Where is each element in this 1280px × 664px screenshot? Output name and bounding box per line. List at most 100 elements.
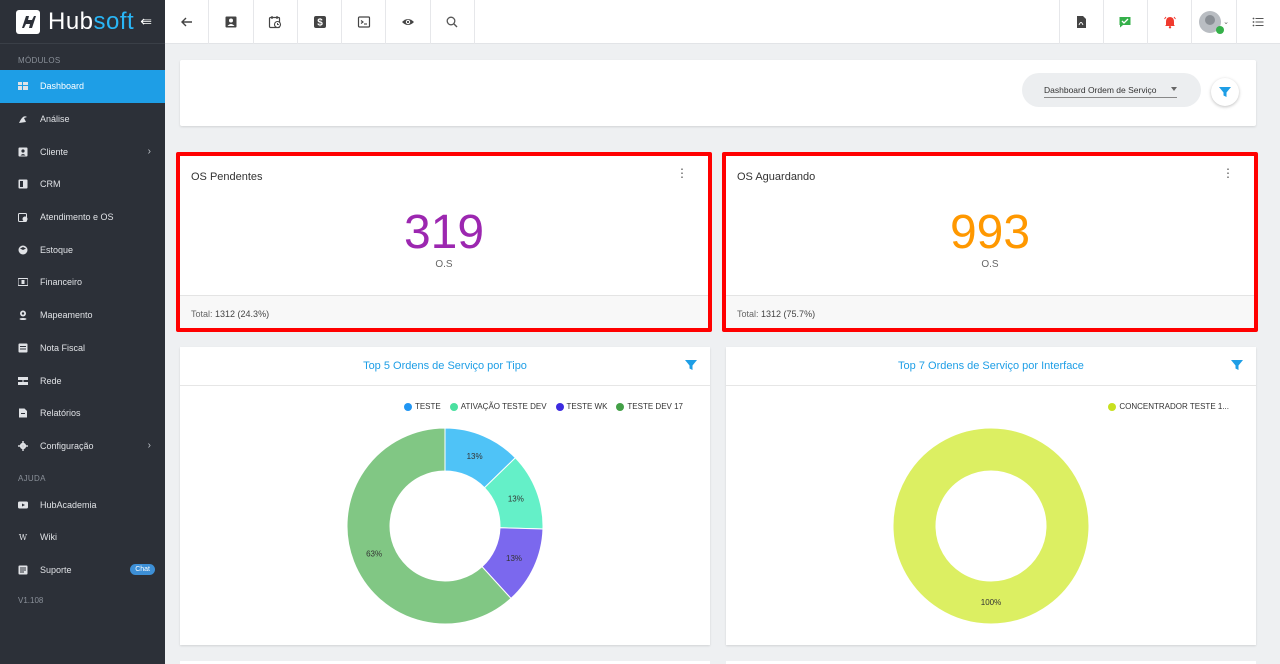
terminal-icon[interactable] — [342, 0, 387, 44]
sidebar-item-crm[interactable]: CRM — [0, 168, 165, 201]
chart-header: Top 5 Ordens de Serviço por Tipo — [180, 347, 710, 386]
sidebar-item-hubacademia[interactable]: HubAcademia — [0, 488, 165, 521]
svg-text:W: W — [19, 533, 28, 542]
analysis-icon — [18, 114, 28, 124]
stat-unit: O.S — [981, 259, 999, 270]
sidebar-item-atendimento-e-os[interactable]: Atendimento e OS — [0, 201, 165, 234]
sidebar-item-label: Nota Fiscal — [40, 342, 86, 353]
filter-button[interactable] — [1211, 78, 1239, 106]
sidebar-item-label: Estoque — [40, 244, 74, 255]
topbar-right-group: ⌄ — [1058, 0, 1280, 44]
sidebar-item-nota-fiscal[interactable]: Nota Fiscal — [0, 332, 165, 365]
stat-card-pending: OS Pendentes ⋮ 319 O.S Total: 1312 (24.3… — [180, 155, 708, 329]
slice-label: 13% — [467, 452, 483, 461]
network-icon — [18, 376, 28, 386]
dashboard-select[interactable]: Dashboard Ordem de Serviço — [1022, 73, 1201, 107]
svg-text:$: $ — [317, 18, 323, 29]
donut-slice-concentrador-teste-1-[interactable] — [892, 427, 1090, 625]
support-icon — [18, 565, 28, 575]
money-icon — [18, 277, 28, 287]
sidebar-item-label: Cliente — [40, 146, 69, 157]
slice-label: 13% — [508, 495, 524, 504]
stat-footer-value: 1312 (75.7%) — [761, 309, 816, 319]
user-avatar-icon[interactable]: ⌄ — [1191, 0, 1235, 44]
stat-footer: Total: 1312 (75.7%) — [726, 295, 1254, 329]
message-check-icon[interactable] — [1102, 0, 1147, 44]
more-vertical-icon[interactable]: ⋮ — [1222, 167, 1234, 179]
topbar: $ ⌄ — [165, 0, 1280, 44]
calendar-clock-icon[interactable] — [254, 0, 298, 44]
list-menu-icon[interactable] — [1235, 0, 1280, 44]
filter-icon[interactable] — [1230, 358, 1244, 375]
search-icon[interactable] — [431, 0, 476, 44]
chevron-right-icon: › — [147, 440, 151, 452]
alarm-bell-icon[interactable] — [1147, 0, 1191, 44]
sidebar: Hubsoft ⇚ MÓDULOS Dashboard Análise Client… — [0, 0, 165, 664]
sidebar-item-label: CRM — [40, 179, 61, 190]
dashboard-icon — [18, 81, 28, 91]
stat-title: OS Pendentes — [191, 171, 263, 183]
stat-footer: Total: 1312 (24.3%) — [180, 295, 708, 329]
back-arrow-icon[interactable] — [165, 0, 210, 44]
invoice-icon — [18, 343, 28, 353]
slice-label: 100% — [981, 598, 1001, 607]
slice-label: 63% — [366, 549, 382, 558]
slice-label: 13% — [506, 554, 522, 563]
sidebar-item-mapeamento[interactable]: Mapeamento — [0, 299, 165, 332]
chart-title: Top 7 Ordens de Serviço por Interface — [898, 360, 1084, 372]
stat-footer-label: Total: — [737, 309, 759, 319]
stat-card-waiting: OS Aguardando ⋮ 993 O.S Total: 1312 (75.… — [726, 155, 1254, 329]
sidebar-item-label: Mapeamento — [40, 310, 93, 321]
calendar-icon — [18, 212, 28, 223]
sidebar-item-estoque[interactable]: Estoque — [0, 233, 165, 266]
dashboard-select-value: Dashboard Ordem de Serviço — [1044, 85, 1157, 95]
chart-card-by-interface: Top 7 Ordens de Serviço por Interface CO… — [726, 347, 1256, 645]
brand-header: Hubsoft ⇚ — [0, 0, 165, 44]
stat-unit: O.S — [435, 259, 453, 270]
video-icon — [18, 500, 28, 510]
sidebar-item-label: Relatórios — [40, 408, 81, 419]
caret-down-icon — [1171, 87, 1177, 91]
pdf-icon[interactable] — [1058, 0, 1103, 44]
sidebar-item-dashboard[interactable]: Dashboard — [0, 70, 165, 103]
chevron-down-icon: ⌄ — [1223, 19, 1229, 26]
chart-header: Top 7 Ordens de Serviço por Interface — [726, 347, 1256, 386]
gear-icon — [18, 440, 28, 451]
section-label-help: AJUDA — [18, 474, 46, 484]
contact-card-icon[interactable] — [209, 0, 254, 44]
chart-card-by-type: Top 5 Ordens de Serviço por Tipo TESTE AT… — [180, 347, 710, 645]
section-label-modules: MÓDULOS — [18, 56, 61, 65]
sidebar-item-label: Wiki — [40, 532, 57, 543]
sidebar-item-relat-rios[interactable]: Relatórios — [0, 397, 165, 430]
sidebar-item-rede[interactable]: Rede — [0, 364, 165, 397]
eye-icon[interactable] — [386, 0, 431, 44]
stat-footer-label: Total: — [191, 309, 213, 319]
sidebar-item-label: Atendimento e OS — [40, 212, 114, 223]
filter-icon — [1219, 87, 1231, 97]
sidebar-item-label: Análise — [40, 114, 70, 125]
stat-value: 993 — [949, 206, 1031, 259]
sidebar-item-cliente[interactable]: Cliente › — [0, 135, 165, 168]
filter-icon[interactable] — [684, 358, 698, 375]
sidebar-item-financeiro[interactable]: Financeiro — [0, 266, 165, 299]
arrow-collapse-icon[interactable]: ⇚ — [140, 13, 152, 30]
wiki-icon: W — [18, 532, 28, 542]
map-pin-icon — [18, 310, 28, 321]
chat-badge[interactable]: Chat — [130, 564, 155, 576]
donut-chart: 100% — [892, 427, 1090, 625]
sidebar-item-configura-o[interactable]: Configuração › — [0, 430, 165, 463]
more-vertical-icon[interactable]: ⋮ — [676, 167, 688, 179]
dollar-icon[interactable]: $ — [298, 0, 343, 44]
sidebar-item-label: Dashboard — [40, 81, 85, 92]
brand-name: Hubsoft — [48, 7, 135, 35]
stat-value: 319 — [403, 206, 485, 259]
sidebar-item-suporte[interactable]: Suporte Chat — [0, 554, 165, 587]
sidebar-item-wiki[interactable]: W Wiki — [0, 521, 165, 554]
select-underline — [1044, 97, 1177, 98]
box-icon — [18, 245, 28, 255]
stat-title: OS Aguardando — [737, 171, 816, 183]
chart-title: Top 5 Ordens de Serviço por Tipo — [363, 360, 527, 372]
sidebar-item-label: Configuração — [40, 440, 94, 451]
sidebar-item-an-lise[interactable]: Análise — [0, 103, 165, 136]
client-icon — [18, 147, 28, 157]
